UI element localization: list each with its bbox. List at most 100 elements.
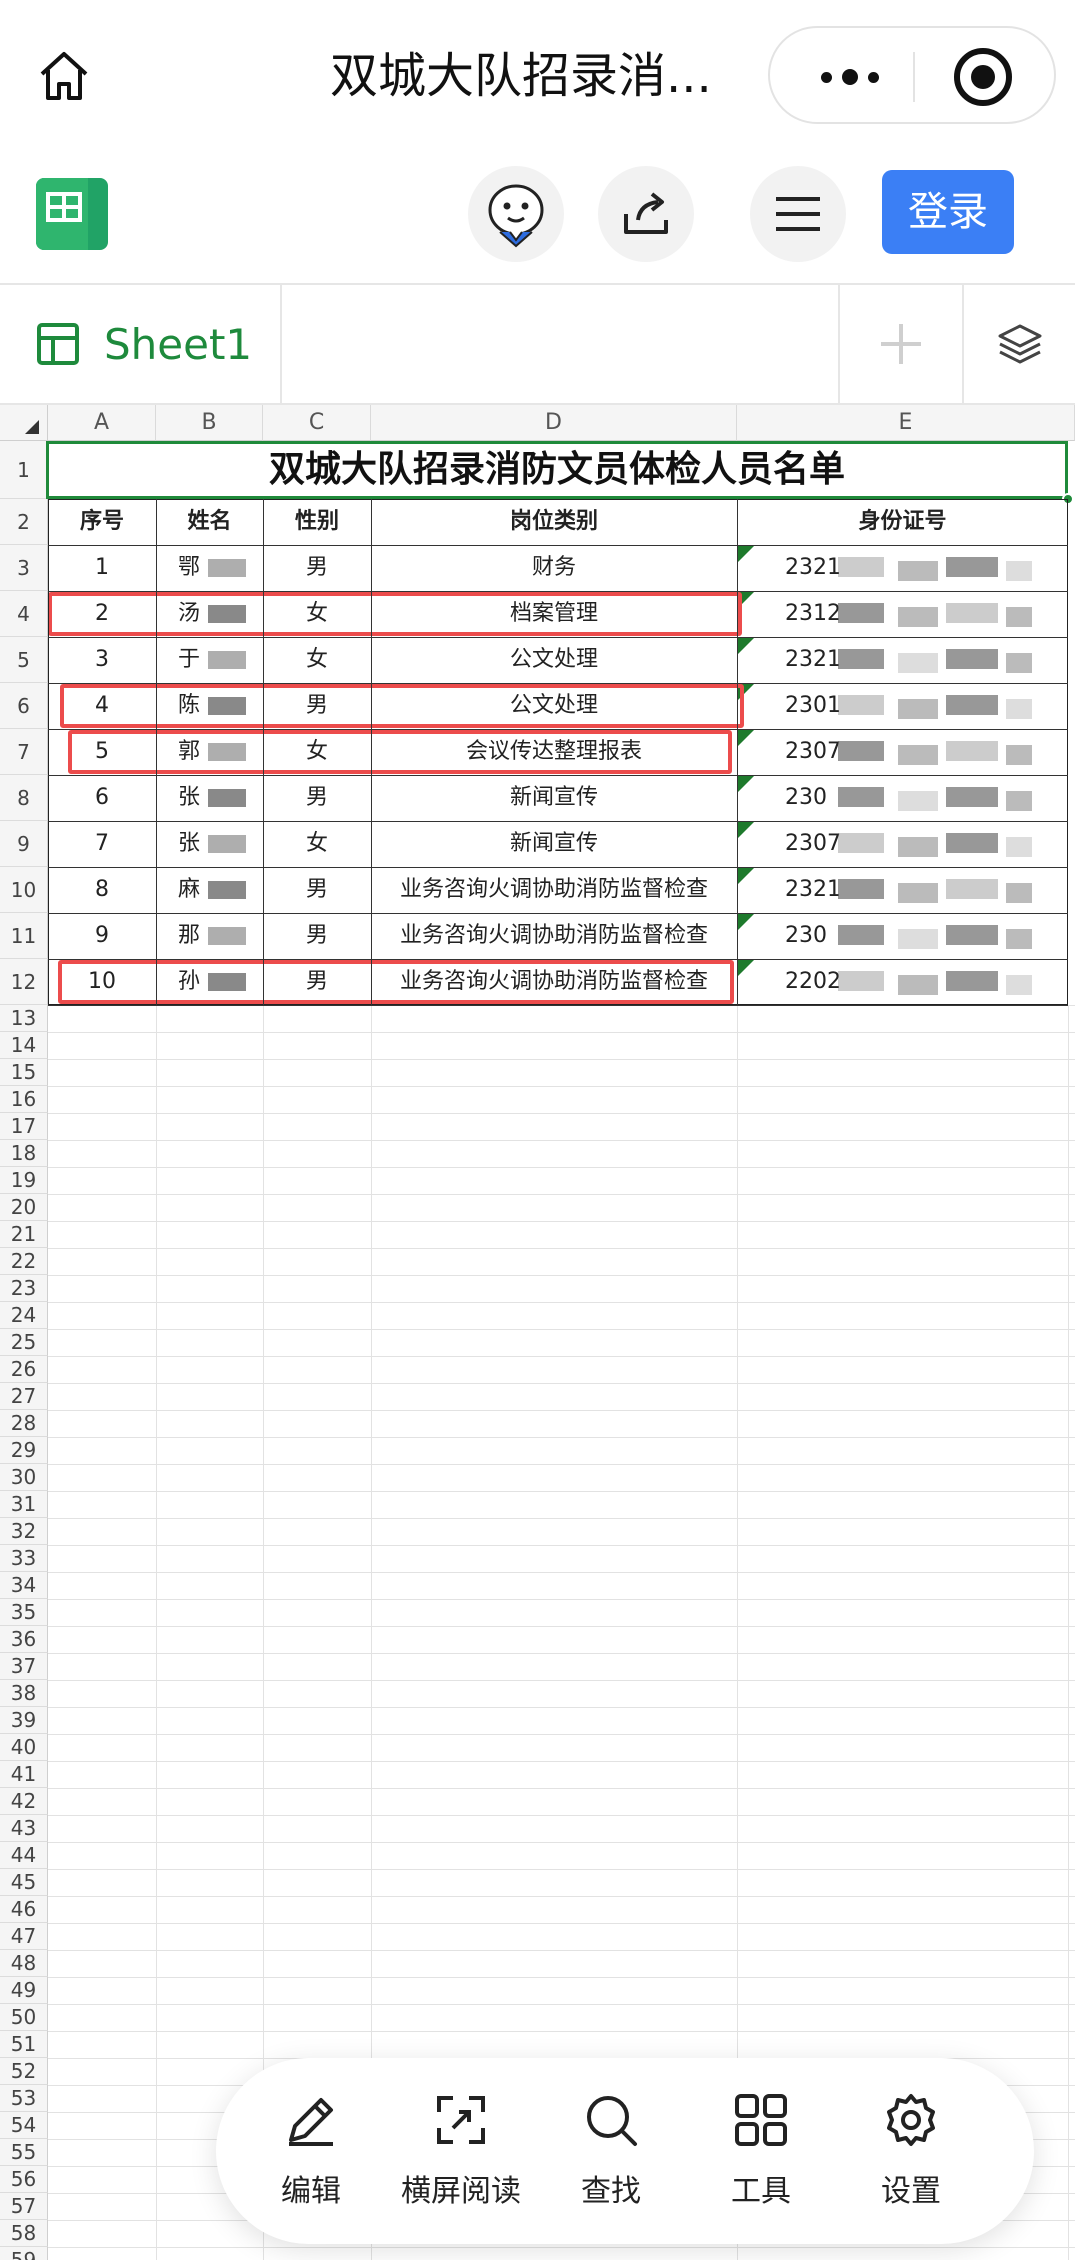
row-header[interactable]: 18 [0, 1140, 48, 1167]
row-header[interactable]: 10 [0, 867, 48, 913]
share-button[interactable] [598, 166, 694, 262]
row-header[interactable]: 28 [0, 1410, 48, 1437]
row-header[interactable]: 38 [0, 1680, 48, 1707]
table-column-line [156, 499, 157, 1005]
table-border [48, 499, 1068, 1005]
column-header-c[interactable]: C [263, 405, 371, 441]
login-button[interactable]: 登录 [882, 170, 1014, 254]
row-header[interactable]: 43 [0, 1815, 48, 1842]
sheet-title-cell[interactable]: 双城大队招录消防文员体检人员名单 [46, 441, 1068, 499]
row-header[interactable]: 50 [0, 2004, 48, 2031]
add-sheet-button[interactable] [838, 285, 962, 403]
row-header[interactable]: 36 [0, 1626, 48, 1653]
row-header[interactable]: 12 [0, 959, 48, 1005]
find-button[interactable]: 查找 [546, 2084, 676, 2224]
column-header-d[interactable]: D [371, 405, 737, 441]
row-header[interactable]: 11 [0, 913, 48, 959]
row-header[interactable]: 17 [0, 1113, 48, 1140]
row-header[interactable]: 40 [0, 1734, 48, 1761]
tab-sheet1[interactable]: Sheet1 [0, 285, 282, 403]
tools-button[interactable]: 工具 [696, 2084, 826, 2224]
row-header[interactable]: 25 [0, 1329, 48, 1356]
row-header[interactable]: 29 [0, 1437, 48, 1464]
row-header[interactable]: 51 [0, 2031, 48, 2058]
grid-line-row [48, 1815, 1075, 1816]
row-header[interactable]: 1 [0, 441, 48, 499]
table-row-line [48, 913, 1068, 914]
row-header[interactable]: 46 [0, 1896, 48, 1923]
grid-line-row [48, 1518, 1075, 1519]
row-header[interactable]: 5 [0, 637, 48, 683]
row-header[interactable]: 32 [0, 1518, 48, 1545]
row-header[interactable]: 55 [0, 2139, 48, 2166]
close-miniprogram-icon[interactable] [954, 48, 1012, 106]
edit-button[interactable]: 编辑 [246, 2084, 376, 2224]
row-header[interactable]: 35 [0, 1599, 48, 1626]
expand-icon [437, 2096, 485, 2144]
row-header[interactable]: 4 [0, 591, 48, 637]
page-title: 双城大队招录消... [330, 48, 712, 104]
row-header[interactable]: 16 [0, 1086, 48, 1113]
landscape-read-button[interactable]: 横屏阅读 [396, 2084, 526, 2224]
row-header[interactable]: 21 [0, 1221, 48, 1248]
row-header[interactable]: 57 [0, 2193, 48, 2220]
grid-line-row [48, 1032, 1075, 1033]
row-header[interactable]: 6 [0, 683, 48, 729]
row-header[interactable]: 14 [0, 1032, 48, 1059]
avatar-button[interactable] [468, 166, 564, 262]
row-header[interactable]: 39 [0, 1707, 48, 1734]
row-header[interactable]: 9 [0, 821, 48, 867]
row-header[interactable]: 27 [0, 1383, 48, 1410]
settings-button[interactable]: 设置 [846, 2084, 976, 2224]
capsule-divider [913, 52, 915, 102]
row-header[interactable]: 7 [0, 729, 48, 775]
row-header[interactable]: 42 [0, 1788, 48, 1815]
row-header[interactable]: 19 [0, 1167, 48, 1194]
row-header[interactable]: 3 [0, 545, 48, 591]
row-header[interactable]: 56 [0, 2166, 48, 2193]
row-header[interactable]: 44 [0, 1842, 48, 1869]
row-header[interactable]: 45 [0, 1869, 48, 1896]
title-bar: 双城大队招录消... [0, 0, 1075, 150]
table-row-line [48, 1005, 1068, 1006]
column-header-a[interactable]: A [48, 405, 156, 441]
grid-tools-icon [735, 2094, 787, 2146]
row-header[interactable]: 31 [0, 1491, 48, 1518]
column-header-b[interactable]: B [156, 405, 263, 441]
row-header[interactable]: 30 [0, 1464, 48, 1491]
home-button[interactable] [30, 42, 98, 110]
row-header[interactable]: 23 [0, 1275, 48, 1302]
table-row-line [48, 959, 1068, 960]
row-header[interactable]: 58 [0, 2220, 48, 2247]
row-header[interactable]: 22 [0, 1248, 48, 1275]
edit-label: 编辑 [281, 2174, 341, 2209]
row-header[interactable]: 15 [0, 1059, 48, 1086]
row-header[interactable]: 20 [0, 1194, 48, 1221]
more-button[interactable] [810, 52, 890, 102]
row-header[interactable]: 33 [0, 1545, 48, 1572]
row-header[interactable]: 54 [0, 2112, 48, 2139]
plus-icon [881, 324, 921, 364]
row-header[interactable]: 48 [0, 1950, 48, 1977]
row-header[interactable]: 49 [0, 1977, 48, 2004]
row-header[interactable]: 41 [0, 1761, 48, 1788]
grid-line-row [48, 1086, 1075, 1087]
grid-line-row [48, 1842, 1075, 1843]
column-header-e[interactable]: E [737, 405, 1075, 441]
spreadsheet-grid[interactable]: A B C D E 1 2 3 4 5 6 7 8 9 10 11 12 13 14 15 16 17 18 19 2… [0, 405, 1075, 2260]
sheet-list-button[interactable] [962, 285, 1075, 403]
row-header[interactable]: 13 [0, 1005, 48, 1032]
row-header[interactable]: 47 [0, 1923, 48, 1950]
row-header[interactable]: 53 [0, 2085, 48, 2112]
row-header[interactable]: 2 [0, 499, 48, 545]
select-all-corner[interactable] [0, 405, 48, 441]
row-header[interactable]: 8 [0, 775, 48, 821]
row-header[interactable]: 34 [0, 1572, 48, 1599]
grid-line-row [48, 1707, 1075, 1708]
row-header[interactable]: 52 [0, 2058, 48, 2085]
row-header[interactable]: 37 [0, 1653, 48, 1680]
row-header[interactable]: 59 [0, 2247, 48, 2260]
row-header[interactable]: 26 [0, 1356, 48, 1383]
row-header[interactable]: 24 [0, 1302, 48, 1329]
menu-button[interactable] [750, 166, 846, 262]
